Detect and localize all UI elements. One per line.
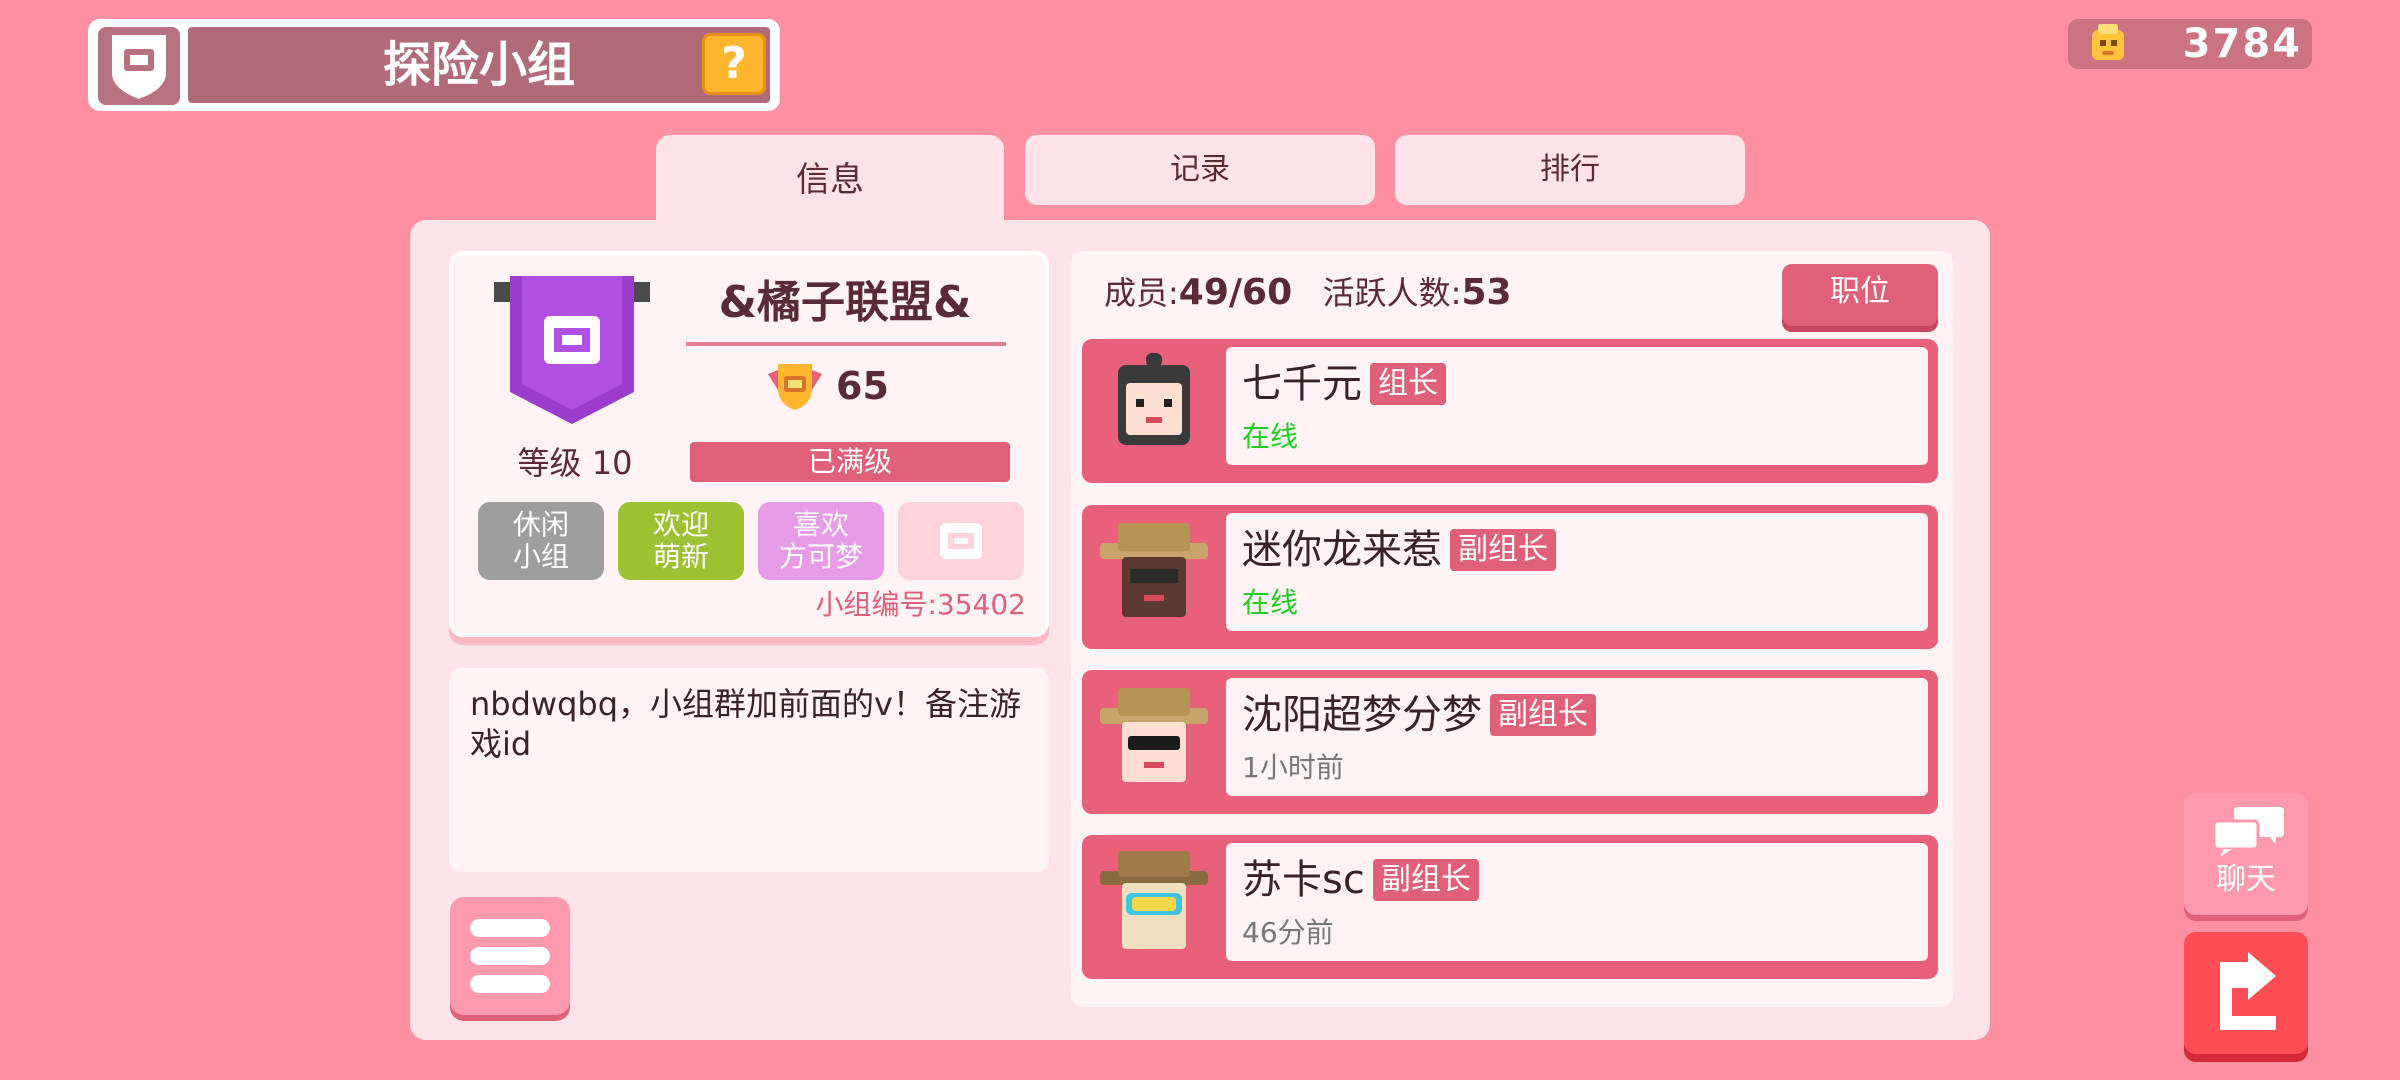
chat-bubbles-icon xyxy=(2212,807,2284,857)
group-score: 65 xyxy=(836,364,889,408)
active-count-value: 53 xyxy=(1461,272,1512,313)
tab-info[interactable]: 信息 xyxy=(656,135,1004,227)
member-card: 七千元 组长 在线 xyxy=(1226,347,1928,465)
member-name: 七千元 xyxy=(1242,361,1362,407)
return-arrow-icon xyxy=(2220,952,2276,1030)
chat-label: 聊天 xyxy=(2216,862,2276,897)
member-name: 沈阳超梦分梦 xyxy=(1242,692,1482,738)
group-name: &橘子联盟& xyxy=(718,277,972,328)
member-name: 苏卡sc xyxy=(1242,857,1365,903)
empty-tag-slot[interactable] xyxy=(898,502,1024,580)
active-count-label: 活跃人数: xyxy=(1322,274,1462,312)
menu-icon-line xyxy=(470,947,550,965)
member-row[interactable]: 苏卡sc 副组长 46分前 xyxy=(1082,835,1938,979)
position-button[interactable]: 职位 xyxy=(1782,264,1938,326)
level-status-badge: 已满级 xyxy=(690,442,1010,482)
group-id: 小组编号:35402 xyxy=(815,588,1026,621)
member-row[interactable]: 迷你龙来惹 副组长 在线 xyxy=(1082,505,1938,649)
role-badge: 副组长 xyxy=(1490,694,1596,736)
member-card: 苏卡sc 副组长 46分前 xyxy=(1226,843,1928,961)
tag-casual: 休闲 小组 xyxy=(478,502,604,580)
member-status: 在线 xyxy=(1242,586,1299,619)
tag-welcome-newbies: 欢迎 萌新 xyxy=(618,502,744,580)
divider xyxy=(686,342,1006,346)
member-count-value: 49/60 xyxy=(1178,272,1293,313)
coin-value: 3784 xyxy=(2182,21,2302,67)
role-badge: 副组长 xyxy=(1450,529,1556,571)
page-title: 探险小组 xyxy=(382,37,575,93)
tab-records[interactable]: 记录 xyxy=(1025,135,1375,205)
member-row[interactable]: 七千元 组长 在线 xyxy=(1082,339,1938,483)
menu-button[interactable] xyxy=(450,897,570,1015)
member-name: 迷你龙来惹 xyxy=(1242,527,1442,573)
avatar xyxy=(1090,513,1218,631)
member-summary: 成员:49/60 活跃人数:53 xyxy=(1104,266,1804,320)
trophy-icon xyxy=(764,360,826,412)
role-badge: 组长 xyxy=(1370,363,1446,405)
menu-icon xyxy=(470,919,550,937)
group-emblem-icon xyxy=(940,523,982,559)
avatar xyxy=(1090,843,1218,961)
member-row[interactable]: 沈阳超梦分梦 副组长 1小时前 xyxy=(1082,670,1938,814)
avatar xyxy=(1090,678,1218,796)
member-status: 46分前 xyxy=(1242,916,1334,949)
member-card: 沈阳超梦分梦 副组长 1小时前 xyxy=(1226,678,1928,796)
mini-coin-icon xyxy=(2084,20,2132,68)
group-description: nbdwqbq，小组群加前面的v！备注游戏id xyxy=(470,685,1021,763)
tab-ranking[interactable]: 排行 xyxy=(1395,135,1745,205)
avatar xyxy=(1090,347,1218,465)
group-badge-icon xyxy=(98,27,180,105)
back-button[interactable] xyxy=(2184,932,2308,1054)
group-banner-icon xyxy=(492,272,652,432)
help-button[interactable]: ? xyxy=(702,33,766,95)
tag-likes-fangkemeng: 喜欢 方可梦 xyxy=(758,502,884,580)
question-icon: ? xyxy=(721,38,747,89)
member-status: 1小时前 xyxy=(1242,751,1344,784)
menu-icon-line xyxy=(470,975,550,993)
role-badge: 副组长 xyxy=(1372,859,1479,901)
group-level: 等级 10 xyxy=(517,444,633,482)
member-status: 在线 xyxy=(1242,420,1299,453)
member-count-label: 成员: xyxy=(1104,274,1179,312)
member-card: 迷你龙来惹 副组长 在线 xyxy=(1226,513,1928,631)
